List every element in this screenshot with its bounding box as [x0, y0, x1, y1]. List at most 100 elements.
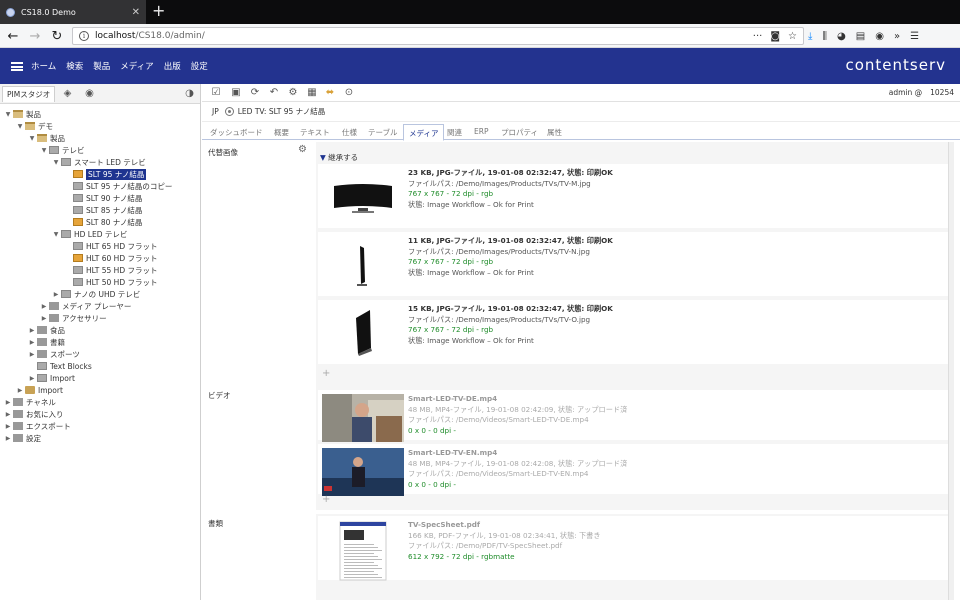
media-card[interactable]: Smart-LED-TV-EN.mp4 48 MB, MP4-ファイル, 19-0… — [318, 444, 952, 496]
collapsed-caret-icon[interactable]: ▶ — [28, 351, 36, 358]
tree-item[interactable]: ▼ 製品 — [4, 108, 41, 120]
gear-icon[interactable]: ⚙ — [287, 87, 299, 99]
tree-item[interactable]: ▼ スマート LED テレビ — [52, 156, 146, 168]
sidebar-icon[interactable]: ▤ — [856, 31, 865, 42]
bookmark-star-icon[interactable]: ☆ — [788, 31, 797, 42]
collapsed-caret-icon[interactable]: ▶ — [28, 375, 36, 382]
more-icon[interactable]: ··· — [753, 31, 763, 42]
collapsed-caret-icon[interactable]: ▶ — [4, 399, 12, 406]
tree-item[interactable]: ▶ アクセサリー — [40, 312, 107, 324]
new-tab-icon[interactable]: + — [152, 2, 165, 20]
add-image-icon[interactable]: + — [322, 368, 330, 379]
collapsed-caret-icon[interactable]: ▶ — [28, 327, 36, 334]
collapsed-caret-icon[interactable]: ▶ — [4, 411, 12, 418]
overflow-icon[interactable]: » — [894, 31, 900, 42]
gear-icon[interactable]: ⚙ — [298, 144, 307, 155]
tree-item[interactable]: ▶ ナノの UHD テレビ — [52, 288, 141, 300]
close-icon[interactable]: ✕ — [132, 7, 140, 18]
back-icon[interactable]: ← — [4, 27, 22, 45]
menu-icon[interactable]: ☰ — [910, 31, 919, 42]
add-video-icon[interactable]: + — [322, 494, 330, 505]
tree-item[interactable]: ▶ 食品 — [28, 324, 65, 336]
tree-item[interactable]: Text Blocks — [28, 360, 92, 372]
tree-item[interactable]: SLT 95 ナノ結晶のコピー — [64, 180, 172, 192]
expanded-caret-icon[interactable]: ▼ — [40, 147, 48, 154]
tree-item[interactable]: ▶ エクスポート — [4, 420, 71, 432]
tab-0[interactable]: ダッシュボード — [210, 127, 263, 138]
tree-item[interactable]: ▼ 製品 — [28, 132, 65, 144]
url-bar[interactable]: i localhost/CS18.0/admin/ ··· ◙ ☆ — [72, 27, 804, 45]
collapsed-caret-icon[interactable]: ▶ — [40, 315, 48, 322]
tab-pim-studio[interactable]: PIMスタジオ — [2, 86, 56, 102]
workflow-icon[interactable]: ⬌ — [324, 87, 336, 99]
expanded-caret-icon[interactable]: ▼ — [4, 111, 12, 118]
media-card[interactable]: 23 KB, JPG-ファイル, 19-01-08 02:32:47, 状態: … — [318, 164, 952, 228]
media-card[interactable]: TV-SpecSheet.pdf 166 KB, PDF-ファイル, 19-01-… — [318, 516, 952, 582]
tab-9[interactable]: 属性 — [547, 127, 562, 138]
library-icon[interactable]: ⫼ — [822, 31, 827, 42]
tree-item[interactable]: SLT 90 ナノ結晶 — [64, 192, 142, 204]
scrollbar[interactable] — [948, 142, 954, 600]
tree-item[interactable]: ▶ 書籍 — [28, 336, 65, 348]
collapsed-caret-icon[interactable]: ▶ — [4, 435, 12, 442]
collapsed-caret-icon[interactable]: ▶ — [40, 303, 48, 310]
media-thumbnail[interactable] — [322, 394, 404, 442]
expanded-caret-icon[interactable]: ▼ — [28, 135, 36, 142]
tree-item[interactable]: ▶ スポーツ — [28, 348, 80, 360]
expanded-caret-icon[interactable]: ▼ — [52, 231, 60, 238]
tree-item[interactable]: ▶ Import — [16, 384, 63, 396]
cube-icon[interactable]: ◈ — [62, 88, 73, 99]
menu-products[interactable]: 製品 — [93, 60, 110, 72]
collapsed-caret-icon[interactable]: ▶ — [16, 387, 24, 394]
tree-item[interactable]: ▼ テレビ — [40, 144, 85, 156]
menu-settings[interactable]: 設定 — [191, 60, 208, 72]
menu-media[interactable]: メディア — [120, 60, 153, 72]
collapsed-caret-icon[interactable]: ▶ — [52, 291, 60, 298]
menu-search[interactable]: 検索 — [66, 60, 83, 72]
media-thumbnail[interactable] — [322, 448, 404, 496]
tab-5[interactable]: メディア — [403, 124, 445, 141]
download-icon[interactable]: ⤓ — [808, 31, 812, 42]
forward-icon[interactable]: → — [26, 27, 44, 45]
inherit-toggle[interactable]: ▼ 継承する — [320, 152, 358, 163]
tree-item[interactable]: ▼ デモ — [16, 120, 53, 132]
tab-7[interactable]: ERP — [474, 127, 488, 136]
media-card[interactable]: 11 KB, JPG-ファイル, 19-01-08 02:32:47, 状態: … — [318, 232, 952, 296]
menu-home[interactable]: ホーム — [31, 60, 56, 72]
tree-item[interactable]: ▶ お気に入り — [4, 408, 64, 420]
tree-item[interactable]: ▶ Import — [28, 372, 75, 384]
collapsed-caret-icon[interactable]: ▶ — [4, 423, 12, 430]
undo-icon[interactable]: ↶ — [268, 87, 280, 99]
tree-item[interactable]: HLT 60 HD フラット — [64, 252, 157, 264]
tree-item[interactable]: ▶ 設定 — [4, 432, 41, 444]
hamburger-icon[interactable] — [11, 62, 23, 71]
media-thumbnail[interactable] — [322, 520, 404, 582]
check-icon[interactable]: ☑ — [210, 87, 222, 99]
eye-icon[interactable]: ◉ — [84, 88, 95, 99]
expanded-caret-icon[interactable]: ▼ — [52, 159, 60, 166]
more-circle-icon[interactable]: ⊙ — [343, 87, 355, 99]
save-icon[interactable]: ▣ — [230, 87, 242, 99]
tree-item[interactable]: SLT 95 ナノ結晶 — [64, 168, 147, 180]
pocket-icon[interactable]: ◙ — [770, 31, 780, 42]
media-thumbnail[interactable] — [322, 304, 404, 360]
tab-4[interactable]: テーブル — [368, 127, 398, 138]
tree-item[interactable]: SLT 85 ナノ結晶 — [64, 204, 142, 216]
tab-2[interactable]: テキスト — [300, 127, 330, 138]
language-code[interactable]: JP — [212, 107, 219, 116]
tree-item[interactable]: HLT 55 HD フラット — [64, 264, 157, 276]
tree-item[interactable]: ▼ HD LED テレビ — [52, 228, 128, 240]
menu-publishing[interactable]: 出版 — [164, 60, 181, 72]
reload-icon[interactable]: ↻ — [48, 27, 66, 45]
tree-item[interactable]: HLT 50 HD フラット — [64, 276, 157, 288]
tab-6[interactable]: 関連 — [447, 127, 462, 138]
document-icon[interactable]: ▦ — [306, 87, 318, 99]
collapsed-caret-icon[interactable]: ▶ — [28, 339, 36, 346]
info-icon[interactable]: i — [79, 31, 89, 41]
media-thumbnail[interactable] — [322, 236, 404, 292]
browser-tab[interactable]: CS18.0 Demo ✕ — [0, 0, 146, 24]
tree-item[interactable]: HLT 65 HD フラット — [64, 240, 157, 252]
pie-chart-icon[interactable]: ◑ — [184, 88, 195, 99]
tab-8[interactable]: プロパティ — [501, 127, 538, 138]
tab-1[interactable]: 概要 — [274, 127, 289, 138]
